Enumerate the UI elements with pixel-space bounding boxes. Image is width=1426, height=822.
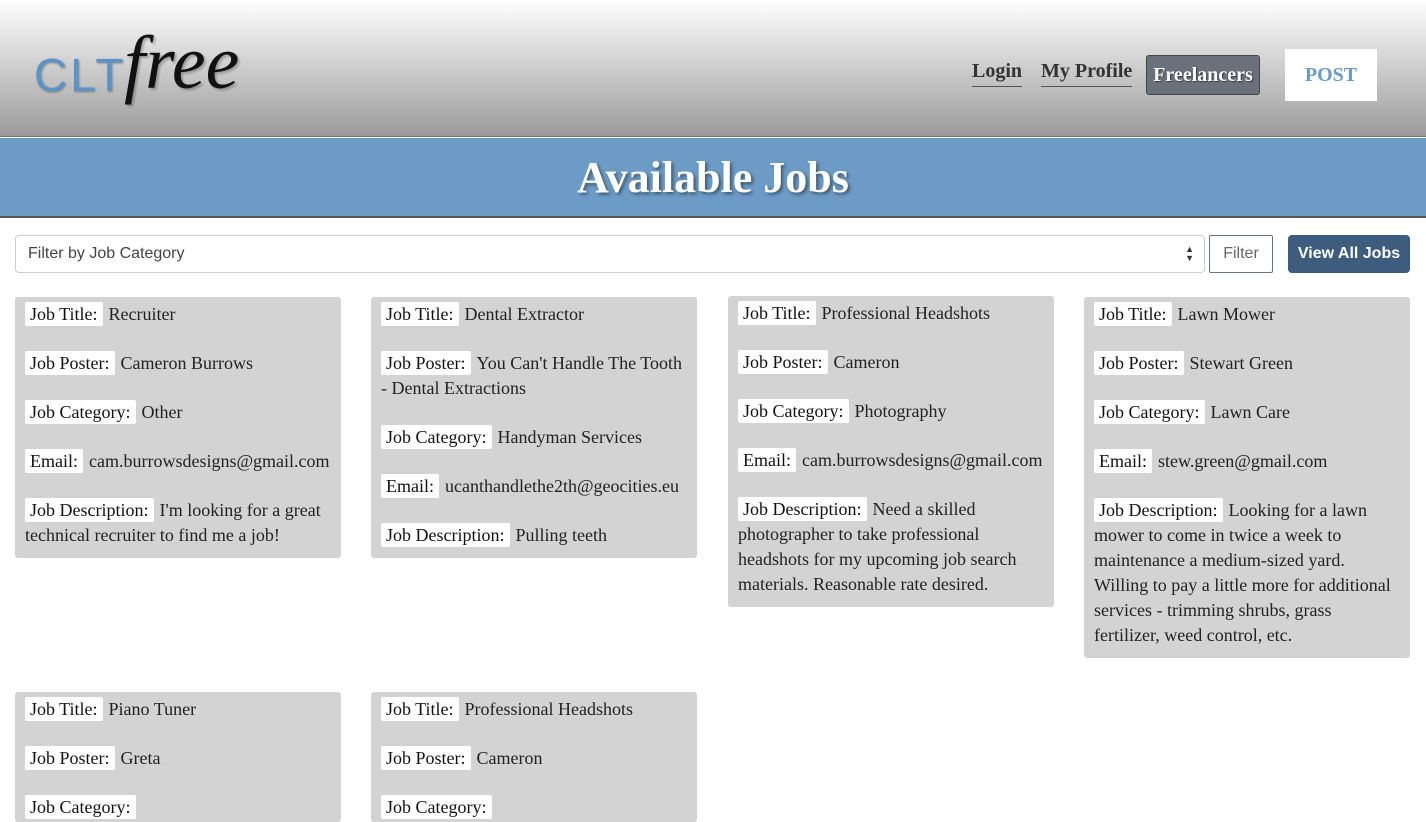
job-poster-value: Cameron	[476, 748, 543, 768]
job-category-value: Photography	[854, 401, 947, 421]
job-category-label: Job Category:	[738, 399, 849, 423]
category-filter-placeholder: Filter by Job Category	[28, 245, 185, 262]
job-title-value: Dental Extractor	[464, 304, 584, 324]
job-email-label: Email:	[25, 449, 83, 473]
job-email-label: Email:	[381, 474, 439, 498]
job-description-value: Pulling teeth	[515, 525, 608, 545]
job-category-value: Other	[141, 402, 183, 422]
job-poster-label: Job Poster:	[25, 351, 115, 375]
job-card: Job Title: Professional Headshots Job Pos…	[728, 296, 1054, 607]
job-email-value: cam.burrowsdesigns@gmail.com	[89, 451, 330, 471]
job-card: Job Title: Recruiter Job Poster: Cameron B…	[15, 297, 341, 558]
job-title-value: Lawn Mower	[1177, 304, 1276, 324]
job-email-value: stew.green@gmail.com	[1158, 451, 1328, 471]
filter-button[interactable]: Filter	[1209, 235, 1273, 273]
view-all-jobs-button[interactable]: View All Jobs	[1288, 235, 1410, 273]
job-title-label: Job Title:	[381, 302, 459, 326]
job-poster-label: Job Poster:	[25, 746, 115, 770]
site-header: CLT free Login My Profile Freelancers PO…	[0, 0, 1426, 137]
nav-freelancers-button[interactable]: Freelancers	[1146, 55, 1260, 95]
page-title: Available Jobs	[577, 152, 849, 202]
job-description-label: Job Description:	[381, 523, 510, 547]
job-card: Job Title: Dental Extractor Job Poster: Yo…	[371, 297, 697, 558]
job-title-label: Job Title:	[381, 697, 459, 721]
job-category-label: Job Category:	[25, 400, 136, 424]
job-poster-value: Stewart Green	[1189, 353, 1293, 373]
job-title-value: Professional Headshots	[821, 303, 991, 323]
job-email-value: ucanthandlethe2th@geocities.eu	[445, 476, 679, 496]
job-poster-value: Cameron	[833, 352, 900, 372]
job-description-label: Job Description:	[738, 497, 867, 521]
job-poster-label: Job Poster:	[381, 351, 471, 375]
nav-login-link[interactable]: Login	[972, 60, 1023, 87]
nav-post-button[interactable]: POST	[1285, 49, 1377, 101]
job-card: Job Title: Lawn Mower Job Poster: Stewart …	[1084, 297, 1410, 658]
job-email-value: cam.burrowsdesigns@gmail.com	[802, 450, 1043, 470]
job-card: Job Title: Piano Tuner Job Poster: Greta J…	[15, 692, 341, 822]
job-title-label: Job Title:	[738, 301, 816, 325]
job-title-label: Job Title:	[25, 697, 103, 721]
job-description-label: Job Description:	[1094, 498, 1223, 522]
job-poster-label: Job Poster:	[381, 746, 471, 770]
job-title-value: Piano Tuner	[108, 699, 197, 719]
job-category-label: Job Category:	[1094, 400, 1205, 424]
job-category-label: Job Category:	[381, 795, 492, 819]
job-title-value: Recruiter	[108, 304, 176, 324]
job-category-label: Job Category:	[381, 425, 492, 449]
category-filter-select[interactable]: Filter by Job Category ▲ ▼	[15, 235, 1205, 273]
job-category-value: Lawn Care	[1210, 402, 1290, 422]
job-email-label: Email:	[1094, 449, 1152, 473]
job-card: Job Title: Professional Headshots Job Pos…	[371, 692, 697, 822]
job-poster-value: Cameron Burrows	[120, 353, 253, 373]
job-title-label: Job Title:	[1094, 302, 1172, 326]
job-poster-label: Job Poster:	[1094, 351, 1184, 375]
nav-my-profile-link[interactable]: My Profile	[1041, 60, 1133, 87]
select-arrows-icon: ▲ ▼	[1185, 244, 1194, 263]
job-title-label: Job Title:	[25, 302, 103, 326]
job-poster-value: Greta	[120, 748, 161, 768]
page-title-banner: Available Jobs	[0, 138, 1426, 218]
job-category-value: Handyman Services	[497, 427, 642, 447]
job-email-label: Email:	[738, 448, 796, 472]
job-poster-label: Job Poster:	[738, 350, 828, 374]
job-category-label: Job Category:	[25, 795, 136, 819]
job-description-label: Job Description:	[25, 498, 154, 522]
job-title-value: Professional Headshots	[464, 699, 634, 719]
main-nav: Login My Profile Freelancers POST	[0, 48, 1426, 104]
